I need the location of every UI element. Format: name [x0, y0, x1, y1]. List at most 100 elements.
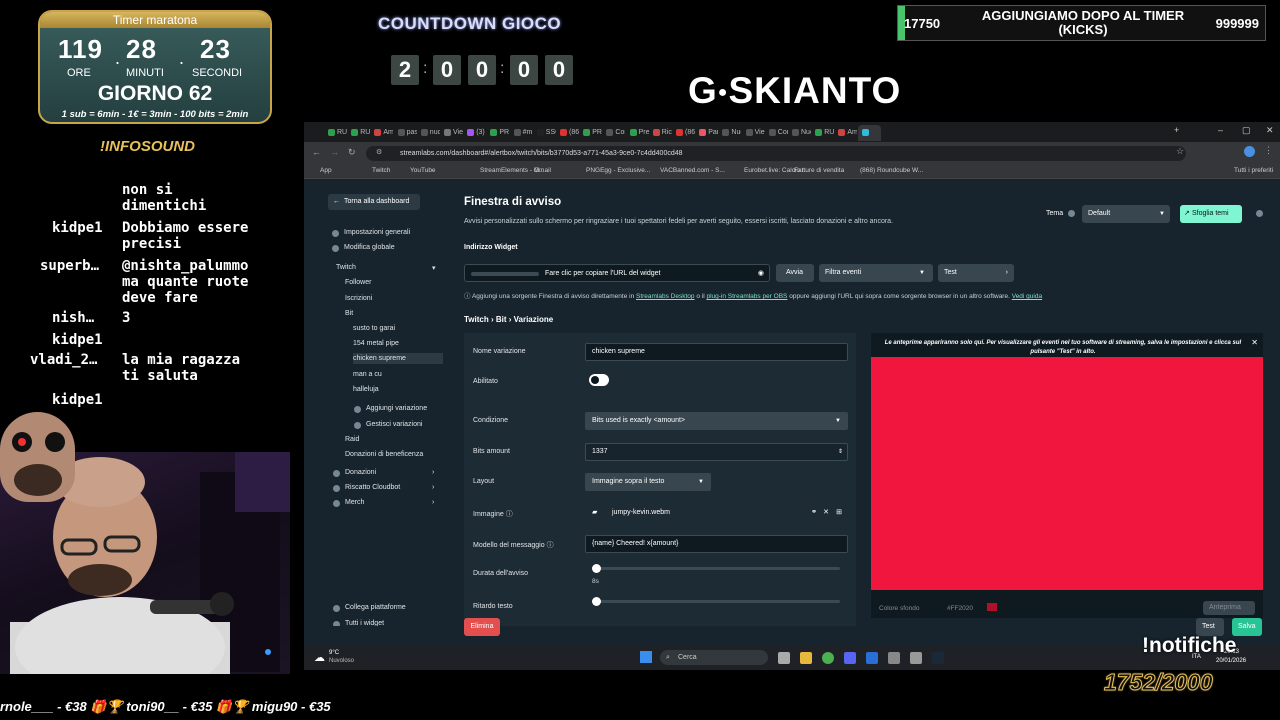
steam-icon[interactable]: [932, 652, 944, 664]
browser-tab[interactable]: Nuc: [788, 125, 811, 141]
forward-icon[interactable]: →: [330, 147, 339, 157]
sidebar-item[interactable]: Aggiungi variazione: [366, 405, 427, 412]
new-tab-icon[interactable]: +: [1174, 125, 1179, 135]
bookmark-item[interactable]: YouTube: [410, 164, 436, 178]
message-template-input[interactable]: {name} Cheered! x{amount}: [585, 535, 848, 553]
stepper-icon[interactable]: ⇕: [838, 444, 843, 460]
bits-amount-input[interactable]: 1337 ⇕: [585, 443, 848, 461]
widget-url-field[interactable]: Fare clic per copiare l'URL del widget ◉: [464, 264, 770, 282]
variation-name-input[interactable]: chicken supreme: [585, 343, 848, 361]
launch-button[interactable]: Avvia: [776, 264, 814, 282]
menu-icon[interactable]: ⋮: [1264, 145, 1273, 156]
bookmark-star-icon[interactable]: ☆: [1176, 146, 1184, 157]
browser-tab[interactable]: Vie: [742, 125, 765, 141]
browser-tab[interactable]: #m: [510, 125, 533, 141]
browser-tab[interactable]: Am: [834, 125, 857, 141]
bookmark-item[interactable]: Fatture di vendita: [794, 164, 844, 178]
grid-icon[interactable]: ⊞: [836, 505, 842, 521]
sidebar-item[interactable]: man a cu: [353, 371, 382, 378]
sidebar-item[interactable]: Twitch: [336, 264, 356, 271]
browser-tab[interactable]: Ric: [649, 125, 672, 141]
bookmark-item[interactable]: VACBanned.com - S...: [660, 164, 725, 178]
browser-tab[interactable]: Am: [370, 125, 393, 141]
preview-button[interactable]: Anteprima: [1203, 601, 1255, 615]
close-icon[interactable]: ✕: [1266, 125, 1274, 136]
layout-select[interactable]: Immagine sopra il testo ▼: [585, 473, 711, 491]
help-icon[interactable]: [1256, 210, 1263, 217]
browser-tab[interactable]: nuc: [417, 125, 440, 141]
browser-tab[interactable]: pas: [394, 125, 417, 141]
browser-tab[interactable]: Pre: [626, 125, 649, 141]
clock-date[interactable]: 20/01/2026: [1216, 658, 1246, 664]
close-icon[interactable]: ✕: [1251, 338, 1258, 347]
streamlabs-desktop-link[interactable]: Streamlabs Desktop: [636, 293, 695, 300]
browser-tab[interactable]: SSC: [533, 125, 556, 141]
sidebar-item[interactable]: 154 metal pipe: [353, 340, 399, 347]
browser-tab[interactable]: (86): [556, 125, 579, 141]
browser-tab[interactable]: [857, 125, 881, 141]
slider-knob[interactable]: [592, 597, 601, 606]
sidebar-item[interactable]: Impostazioni generali: [344, 229, 410, 236]
start-icon[interactable]: [640, 651, 652, 663]
browser-tab[interactable]: (3): [463, 125, 486, 141]
discord-icon[interactable]: [844, 652, 856, 664]
sidebar-item[interactable]: Donazioni di beneficenza: [345, 451, 423, 458]
sidebar-item[interactable]: Gestisci variazioni: [366, 421, 422, 428]
browser-tab[interactable]: Cor: [602, 125, 625, 141]
sidebar-item[interactable]: Donazioni: [345, 469, 376, 476]
image-file-field[interactable]: ▰ jumpy-kevin.webm ⚭ ✕ ⊞: [585, 504, 848, 522]
browser-tab[interactable]: (86): [672, 125, 695, 141]
browser-tab[interactable]: RUK: [811, 125, 834, 141]
browser-tab[interactable]: Cor: [765, 125, 788, 141]
obs-plugin-link[interactable]: plug-in Streamlabs per OBS: [706, 293, 787, 300]
task-view-icon[interactable]: [778, 652, 790, 664]
app-icon[interactable]: [866, 652, 878, 664]
theme-select[interactable]: Default ▼: [1082, 205, 1170, 223]
chrome-icon[interactable]: [822, 652, 834, 664]
back-icon[interactable]: ←: [312, 147, 321, 157]
guide-link[interactable]: Vedi guida: [1012, 293, 1042, 300]
sidebar-item[interactable]: susto to garai: [353, 325, 395, 332]
app-icon[interactable]: [888, 652, 900, 664]
bookmark-item[interactable]: Gmail: [534, 164, 551, 178]
weather-icon[interactable]: ☁: [314, 651, 325, 664]
bookmark-item[interactable]: App: [320, 164, 332, 178]
delete-button[interactable]: Elimina: [464, 618, 500, 636]
browser-tab[interactable]: Pan: [695, 125, 718, 141]
browse-themes-button[interactable]: ↗ Sfoglia temi: [1180, 205, 1242, 223]
browser-tab[interactable]: Nuc: [718, 125, 741, 141]
color-swatch[interactable]: [987, 603, 997, 611]
bookmark-item[interactable]: Tutti i preferiti: [1234, 164, 1273, 178]
sidebar-item[interactable]: Collega piattaforme: [345, 604, 406, 611]
browser-tab[interactable]: RUK: [324, 125, 347, 141]
taskbar-search[interactable]: ⌕ Cerca: [660, 650, 768, 665]
condition-select[interactable]: Bits used is exactly <amount> ▼: [585, 412, 848, 430]
profile-icon[interactable]: [1244, 146, 1255, 157]
test-dropdown[interactable]: Test ›: [938, 264, 1014, 282]
bookmark-item[interactable]: (868) Roundcube W...: [860, 164, 923, 178]
file-explorer-icon[interactable]: [800, 652, 812, 664]
sidebar-item[interactable]: Iscrizioni: [345, 295, 372, 302]
browser-tab[interactable]: Vie: [440, 125, 463, 141]
text-delay-slider[interactable]: [592, 597, 840, 606]
slider-knob[interactable]: [592, 564, 601, 573]
site-info-icon[interactable]: ⚙: [376, 148, 382, 156]
minimize-icon[interactable]: –: [1218, 125, 1223, 135]
sidebar-item[interactable]: Merch: [345, 499, 364, 506]
sidebar-item[interactable]: halleluja: [353, 386, 379, 393]
link-icon[interactable]: ⚭: [811, 505, 817, 521]
browser-tab[interactable]: PRE: [486, 125, 509, 141]
close-icon[interactable]: ✕: [823, 505, 829, 521]
sidebar-item[interactable]: chicken supreme: [353, 353, 443, 364]
back-to-dashboard-button[interactable]: ← Torna alla dashboard: [328, 194, 420, 210]
enabled-toggle[interactable]: [589, 374, 609, 386]
settings-icon[interactable]: [910, 652, 922, 664]
sidebar-item[interactable]: Follower: [345, 279, 371, 286]
bookmark-item[interactable]: PNGEgg - Exclusive...: [586, 164, 650, 178]
filter-events-select[interactable]: Filtra eventi ▼: [819, 264, 933, 282]
browser-tab[interactable]: RUK: [347, 125, 370, 141]
reload-icon[interactable]: ↻: [348, 147, 356, 158]
sidebar-item[interactable]: Modifica globale: [344, 244, 395, 251]
sidebar-item[interactable]: Riscatto Cloudbot: [345, 484, 400, 491]
sidebar-item[interactable]: Raid: [345, 436, 359, 443]
